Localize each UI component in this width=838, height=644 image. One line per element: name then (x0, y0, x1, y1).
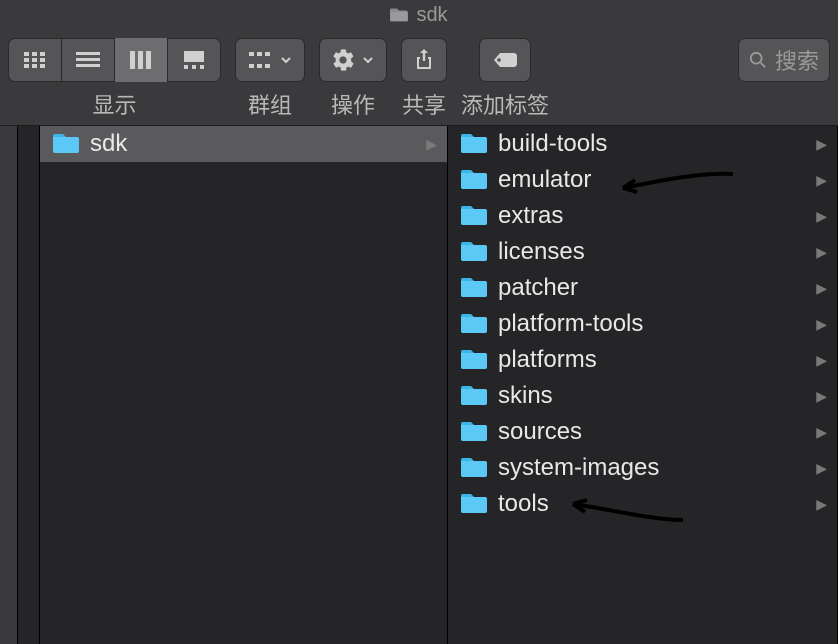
file-label: extras (498, 202, 806, 230)
file-item-system-images[interactable]: system-images ▶ (448, 450, 837, 486)
file-label: platform-tools (498, 310, 806, 338)
file-item-emulator[interactable]: emulator ▶ (448, 162, 837, 198)
file-label: build-tools (498, 130, 806, 158)
file-item-licenses[interactable]: licenses ▶ (448, 234, 837, 270)
chevron-right-icon: ▶ (816, 280, 827, 297)
view-mode-group: 显示 (8, 38, 221, 120)
view-icon-columns[interactable] (115, 38, 168, 82)
sidebar-gutter (0, 126, 18, 644)
column-0[interactable] (18, 126, 40, 644)
group-by-group: 群组 (235, 38, 305, 120)
title-folder-icon (390, 8, 408, 22)
share-icon (414, 48, 434, 72)
file-label: skins (498, 382, 806, 410)
tag-group: 添加标签 (461, 38, 549, 120)
view-label: 显示 (92, 88, 136, 120)
file-item-platform-tools[interactable]: platform-tools ▶ (448, 306, 837, 342)
file-label: emulator (498, 166, 806, 194)
chevron-right-icon: ▶ (816, 316, 827, 333)
file-label: system-images (498, 454, 806, 482)
file-browser: sdk ▶ build-tools ▶ emulator ▶ extras ▶ lice… (0, 126, 838, 644)
tag-icon (492, 51, 518, 69)
gear-icon (332, 49, 354, 71)
chevron-right-icon: ▶ (816, 496, 827, 513)
file-label: tools (498, 490, 806, 518)
tag-button[interactable] (479, 38, 531, 82)
chevron-right-icon: ▶ (816, 208, 827, 225)
chevron-right-icon: ▶ (426, 136, 437, 153)
column-1[interactable]: sdk ▶ (40, 126, 448, 644)
file-item-sdk[interactable]: sdk ▶ (40, 126, 447, 162)
chevron-right-icon: ▶ (816, 244, 827, 261)
file-item-patcher[interactable]: patcher ▶ (448, 270, 837, 306)
file-label: patcher (498, 274, 806, 302)
column-2[interactable]: build-tools ▶ emulator ▶ extras ▶ licenses ▶… (448, 126, 838, 644)
search-icon (749, 51, 767, 69)
chevron-right-icon: ▶ (816, 424, 827, 441)
chevron-right-icon: ▶ (816, 172, 827, 189)
tag-label: 添加标签 (461, 88, 549, 120)
file-label: sources (498, 418, 806, 446)
search-group: 搜索 (738, 38, 830, 82)
share-label: 共享 (402, 88, 446, 120)
search-placeholder: 搜索 (775, 44, 819, 76)
file-label: sdk (90, 130, 416, 158)
file-item-build-tools[interactable]: build-tools ▶ (448, 126, 837, 162)
search-input[interactable]: 搜索 (738, 38, 830, 82)
view-mode-segmented (8, 38, 221, 82)
chevron-right-icon: ▶ (816, 460, 827, 477)
file-item-skins[interactable]: skins ▶ (448, 378, 837, 414)
chevron-right-icon: ▶ (816, 136, 827, 153)
group-icon (248, 51, 272, 69)
chevron-down-icon (280, 54, 292, 66)
window-title: sdk (416, 4, 447, 27)
file-label: licenses (498, 238, 806, 266)
file-item-extras[interactable]: extras ▶ (448, 198, 837, 234)
view-icon-gallery[interactable] (168, 38, 220, 82)
view-icon-grid[interactable] (9, 38, 62, 82)
action-button[interactable] (319, 38, 387, 82)
file-item-platforms[interactable]: platforms ▶ (448, 342, 837, 378)
file-label: platforms (498, 346, 806, 374)
chevron-right-icon: ▶ (816, 388, 827, 405)
chevron-right-icon: ▶ (816, 352, 827, 369)
toolbar: 显示 群组 操作 共享 (0, 30, 838, 126)
action-label: 操作 (331, 88, 375, 120)
action-group: 操作 (319, 38, 387, 120)
file-item-sources[interactable]: sources ▶ (448, 414, 837, 450)
view-icon-list[interactable] (62, 38, 115, 82)
share-button[interactable] (401, 38, 447, 82)
chevron-down-icon (362, 54, 374, 66)
file-item-tools[interactable]: tools ▶ (448, 486, 837, 522)
window-title-bar: sdk (0, 0, 838, 30)
share-group: 共享 (401, 38, 447, 120)
group-button[interactable] (235, 38, 305, 82)
group-label: 群组 (248, 88, 292, 120)
